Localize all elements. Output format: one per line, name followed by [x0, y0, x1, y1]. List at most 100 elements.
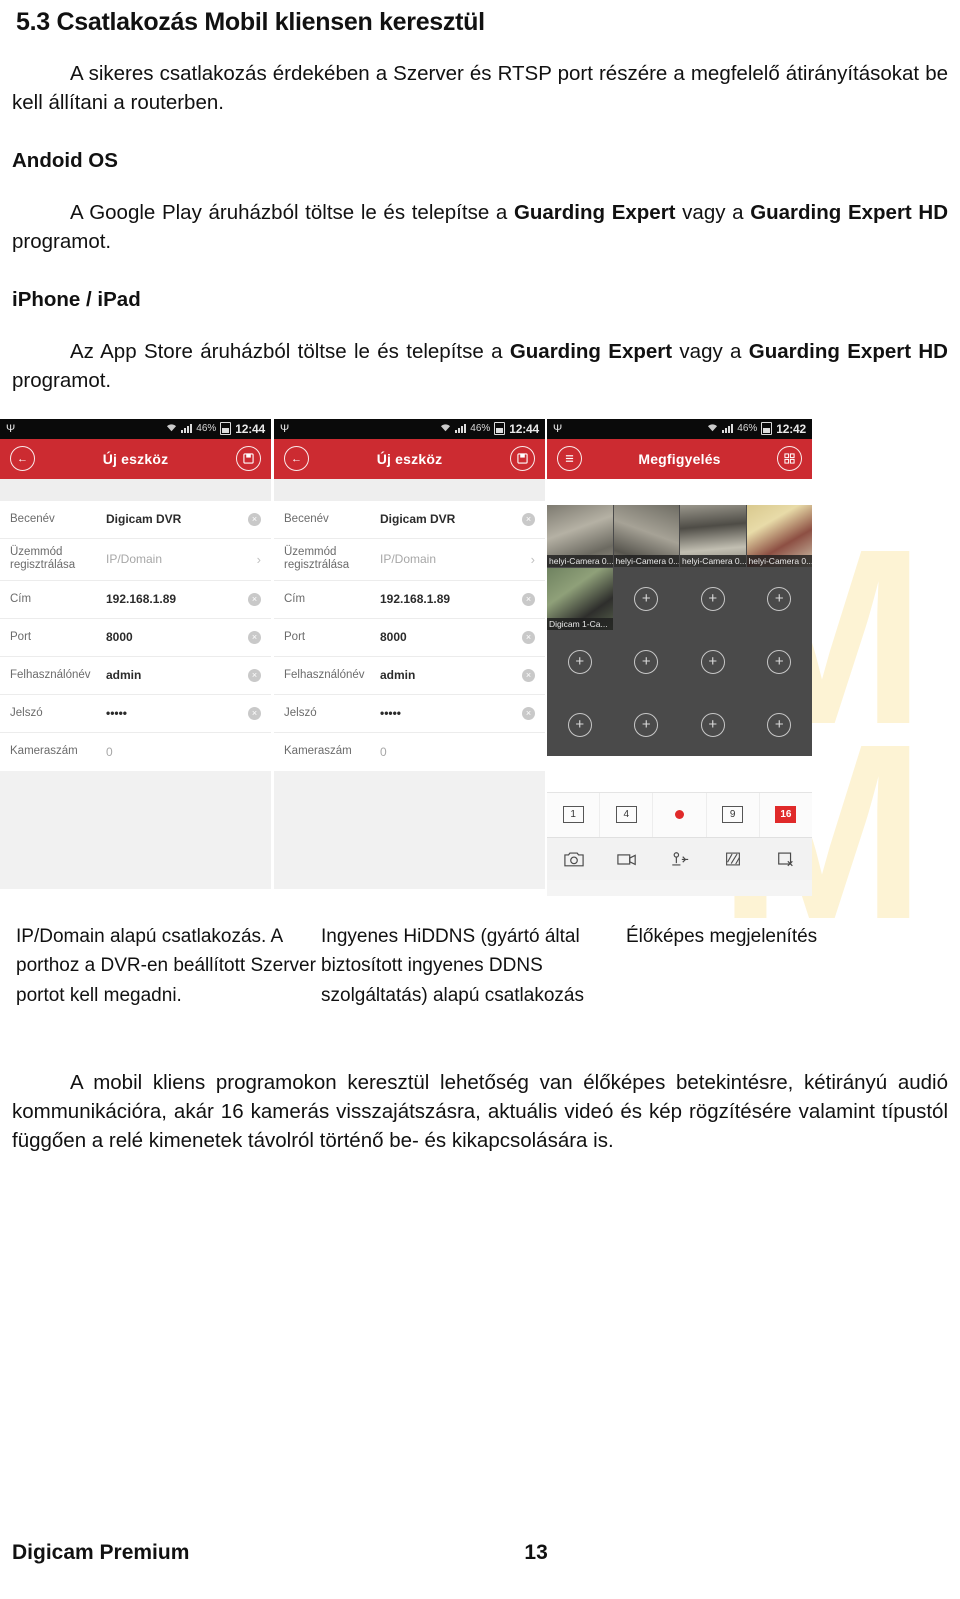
add-camera-icon[interactable]: + [767, 586, 792, 611]
form-row[interactable]: Port 8000 × [274, 619, 545, 657]
add-camera-icon[interactable]: + [567, 649, 592, 674]
camera-cell-empty[interactable]: + [746, 567, 812, 630]
camera-cell-empty[interactable]: + [613, 630, 679, 693]
device-form-a: Becenév Digicam DVR × Üzemmód regisztrálás… [0, 500, 271, 771]
camera-cell-empty[interactable]: + [746, 630, 812, 693]
battery-percent-label: 46% [470, 423, 491, 435]
android-paragraph: A Google Play áruházból töltse le és tel… [12, 198, 948, 256]
add-camera-icon[interactable]: + [634, 586, 659, 611]
form-row[interactable]: Felhasználónév admin × [274, 657, 545, 695]
app-bar-a: ← Új eszköz [0, 438, 271, 479]
form-row[interactable]: Kameraszám 0 [0, 733, 271, 771]
camera-caption: helyi-Camera 0... [680, 554, 746, 567]
page-footer: Digicam Premium 13 [12, 1541, 948, 1565]
add-camera-icon[interactable]: + [634, 712, 659, 737]
add-camera-icon[interactable]: + [767, 712, 792, 737]
android-text-2: vagy a [675, 200, 751, 224]
camera-cell-empty[interactable]: + [613, 567, 679, 630]
menu-icon[interactable] [557, 446, 582, 472]
form-bottom-area-a [0, 770, 271, 889]
clear-icon[interactable]: × [248, 630, 261, 644]
form-row[interactable]: Cím 192.168.1.89 × [0, 581, 271, 619]
form-row[interactable]: Jelszó ••••• × [0, 695, 271, 733]
back-icon[interactable]: ← [10, 446, 35, 472]
app-bar-c: Megfigyelés [547, 438, 812, 479]
add-camera-icon[interactable]: + [700, 586, 725, 611]
usb-icon: Ψ [280, 422, 290, 435]
device-form-b: Becenév Digicam DVR × Üzemmód regisztrálás… [274, 500, 545, 771]
field-value: 192.168.1.89 [106, 592, 177, 607]
camera-cell-empty[interactable]: + [680, 567, 746, 630]
clear-icon[interactable]: × [522, 592, 535, 606]
layout-option-9[interactable]: 9 [707, 792, 760, 837]
add-camera-icon[interactable]: + [700, 712, 725, 737]
ios-heading: iPhone / iPad [12, 287, 141, 311]
save-icon[interactable] [236, 446, 261, 472]
ios-text-2: vagy a [672, 339, 749, 363]
camera-cell-empty[interactable]: + [547, 630, 613, 693]
camera-cell-empty[interactable]: + [680, 630, 746, 693]
camera-cell[interactable]: helyi-Camera 0... [746, 504, 812, 567]
add-camera-icon[interactable]: + [767, 649, 792, 674]
form-row[interactable]: Becenév Digicam DVR × [0, 501, 271, 539]
clear-icon[interactable]: × [522, 512, 535, 526]
add-camera-icon[interactable]: + [567, 712, 592, 737]
camera-cell-empty[interactable]: + [680, 693, 746, 756]
chevron-right-icon[interactable]: › [531, 552, 535, 567]
live-spacer [547, 755, 812, 792]
chevron-right-icon[interactable]: › [257, 552, 261, 567]
field-label: Port [284, 630, 306, 643]
clear-icon[interactable]: × [248, 668, 261, 682]
camera-cell[interactable]: helyi-Camera 0... [613, 504, 679, 567]
field-label: Kameraszám [284, 745, 352, 758]
field-value: admin [380, 668, 416, 683]
capture-photo-icon[interactable] [547, 851, 600, 867]
back-icon[interactable]: ← [284, 446, 309, 472]
battery-percent-label: 46% [737, 423, 758, 435]
clear-icon[interactable]: × [248, 512, 261, 526]
ios-bold-1: Guarding Expert [509, 339, 673, 363]
form-row[interactable]: Jelszó ••••• × [274, 695, 545, 733]
android-text-1: A Google Play áruházból töltse le és tel… [70, 200, 514, 224]
field-label: Cím [284, 592, 306, 605]
battery-percent-label: 46% [196, 423, 217, 435]
split-screen-icon[interactable] [777, 446, 802, 472]
form-row[interactable]: Üzemmód regisztrálása IP/Domain › [0, 539, 271, 581]
layout-option-4[interactable]: 4 [600, 792, 654, 837]
layout-option-1[interactable]: 1 [547, 792, 601, 837]
clear-icon[interactable]: × [522, 630, 535, 644]
add-camera-icon[interactable]: + [700, 649, 725, 674]
add-camera-icon[interactable]: + [634, 649, 659, 674]
save-icon[interactable] [510, 446, 535, 472]
field-value: ••••• [380, 706, 402, 721]
ios-text-1: Az App Store áruházból töltse le és tele… [70, 339, 510, 363]
close-all-icon[interactable] [759, 851, 812, 867]
record-indicator[interactable] [653, 792, 707, 837]
layout-option-16[interactable]: 16 [760, 793, 812, 837]
form-row[interactable]: Cím 192.168.1.89 × [274, 581, 545, 619]
camera-cell-empty[interactable]: + [547, 693, 613, 756]
camera-cell-empty[interactable]: + [746, 693, 812, 756]
image-quality-icon[interactable] [706, 851, 759, 867]
form-row[interactable]: Becenév Digicam DVR × [274, 501, 545, 539]
record-video-icon[interactable] [600, 851, 653, 867]
camera-cell[interactable]: helyi-Camera 0... [680, 504, 746, 567]
form-row[interactable]: Kameraszám 0 [274, 733, 545, 771]
form-row[interactable]: Port 8000 × [0, 619, 271, 657]
record-dot-icon [675, 810, 684, 820]
camera-cell[interactable]: helyi-Camera 0... [547, 504, 613, 567]
clear-icon[interactable]: × [522, 668, 535, 682]
live-top-gap [547, 478, 812, 505]
clear-icon[interactable]: × [248, 706, 261, 720]
form-row[interactable]: Üzemmód regisztrálása IP/Domain › [274, 539, 545, 581]
layout-selector-bar: 1 4 9 16 [547, 791, 812, 837]
battery-icon [494, 422, 506, 436]
camera-cell-empty[interactable]: + [613, 693, 679, 756]
form-row[interactable]: Felhasználónév admin × [0, 657, 271, 695]
camera-cell[interactable]: Digicam 1-Ca... [547, 567, 613, 630]
ptz-joystick-icon[interactable] [653, 851, 706, 867]
app-bar-title: Új eszköz [376, 450, 443, 467]
field-label: Port [10, 630, 32, 643]
clear-icon[interactable]: × [248, 592, 261, 606]
clear-icon[interactable]: × [522, 706, 535, 720]
